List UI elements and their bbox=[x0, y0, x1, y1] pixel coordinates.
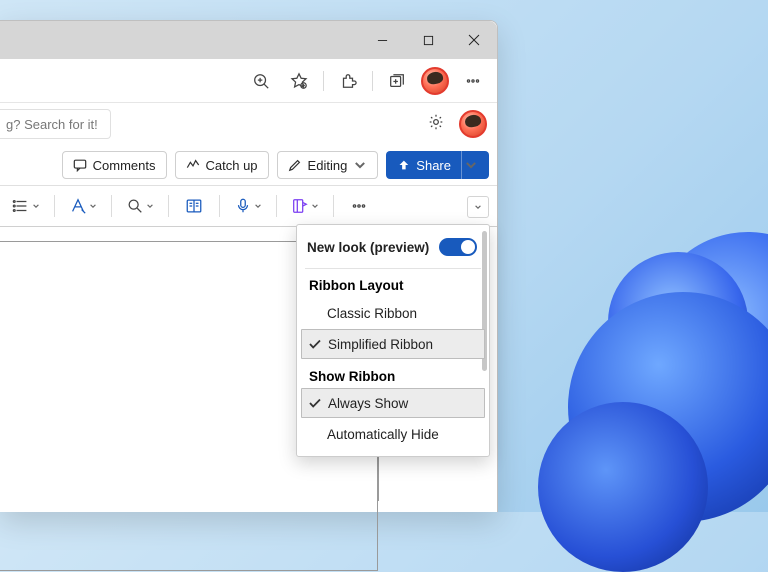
settings-icon[interactable] bbox=[427, 113, 445, 136]
new-look-toggle-row[interactable]: New look (preview) bbox=[297, 229, 489, 265]
ribbon-overflow-icon[interactable] bbox=[344, 190, 374, 222]
ribbon-options-menu: New look (preview) Ribbon Layout Classic… bbox=[296, 224, 490, 457]
command-bar: Comments Catch up Editing Share bbox=[0, 145, 497, 185]
check-icon bbox=[308, 337, 322, 351]
always-show-label: Always Show bbox=[328, 396, 408, 411]
ribbon-toolbar bbox=[0, 185, 497, 227]
window-close-button[interactable] bbox=[451, 21, 497, 59]
collections-icon[interactable] bbox=[379, 63, 415, 99]
favorites-icon[interactable] bbox=[281, 63, 317, 99]
comments-button[interactable]: Comments bbox=[62, 151, 167, 179]
comments-label: Comments bbox=[93, 158, 156, 173]
browser-toolbar bbox=[0, 59, 497, 103]
catch-up-button[interactable]: Catch up bbox=[175, 151, 269, 179]
reading-view-icon[interactable] bbox=[179, 190, 209, 222]
ribbon-options-button[interactable] bbox=[467, 196, 489, 218]
show-ribbon-heading: Show Ribbon bbox=[297, 359, 489, 388]
browser-profile-avatar[interactable] bbox=[417, 63, 453, 99]
window-maximize-button[interactable] bbox=[405, 21, 451, 59]
editing-mode-button[interactable]: Editing bbox=[277, 151, 379, 179]
classic-ribbon-option[interactable]: Classic Ribbon bbox=[297, 297, 489, 329]
automatically-hide-label: Automatically Hide bbox=[327, 427, 439, 442]
new-look-toggle[interactable] bbox=[439, 238, 477, 256]
bullets-icon[interactable] bbox=[8, 190, 44, 222]
zoom-icon[interactable] bbox=[243, 63, 279, 99]
catch-up-label: Catch up bbox=[206, 158, 258, 173]
dictate-icon[interactable] bbox=[230, 190, 266, 222]
share-caret-icon[interactable] bbox=[461, 151, 479, 179]
search-input[interactable]: g? Search for it! bbox=[0, 109, 111, 139]
automatically-hide-option[interactable]: Automatically Hide bbox=[297, 418, 489, 450]
editing-label: Editing bbox=[308, 158, 348, 173]
styles-icon[interactable] bbox=[65, 190, 101, 222]
search-placeholder: g? Search for it! bbox=[6, 117, 98, 132]
always-show-option[interactable]: Always Show bbox=[301, 388, 485, 418]
share-label: Share bbox=[416, 158, 451, 173]
window-titlebar bbox=[0, 21, 497, 59]
share-button[interactable]: Share bbox=[386, 151, 489, 179]
simplified-ribbon-label: Simplified Ribbon bbox=[328, 337, 433, 352]
designer-icon[interactable] bbox=[287, 190, 323, 222]
app-profile-avatar[interactable] bbox=[459, 110, 487, 138]
extensions-icon[interactable] bbox=[330, 63, 366, 99]
browser-menu-icon[interactable] bbox=[455, 63, 491, 99]
ribbon-layout-heading: Ribbon Layout bbox=[297, 272, 489, 297]
check-icon bbox=[308, 396, 322, 410]
find-icon[interactable] bbox=[122, 190, 158, 222]
window-minimize-button[interactable] bbox=[359, 21, 405, 59]
app-header: g? Search for it! bbox=[0, 103, 497, 145]
simplified-ribbon-option[interactable]: Simplified Ribbon bbox=[301, 329, 485, 359]
classic-ribbon-label: Classic Ribbon bbox=[327, 306, 417, 321]
new-look-label: New look (preview) bbox=[307, 240, 429, 255]
